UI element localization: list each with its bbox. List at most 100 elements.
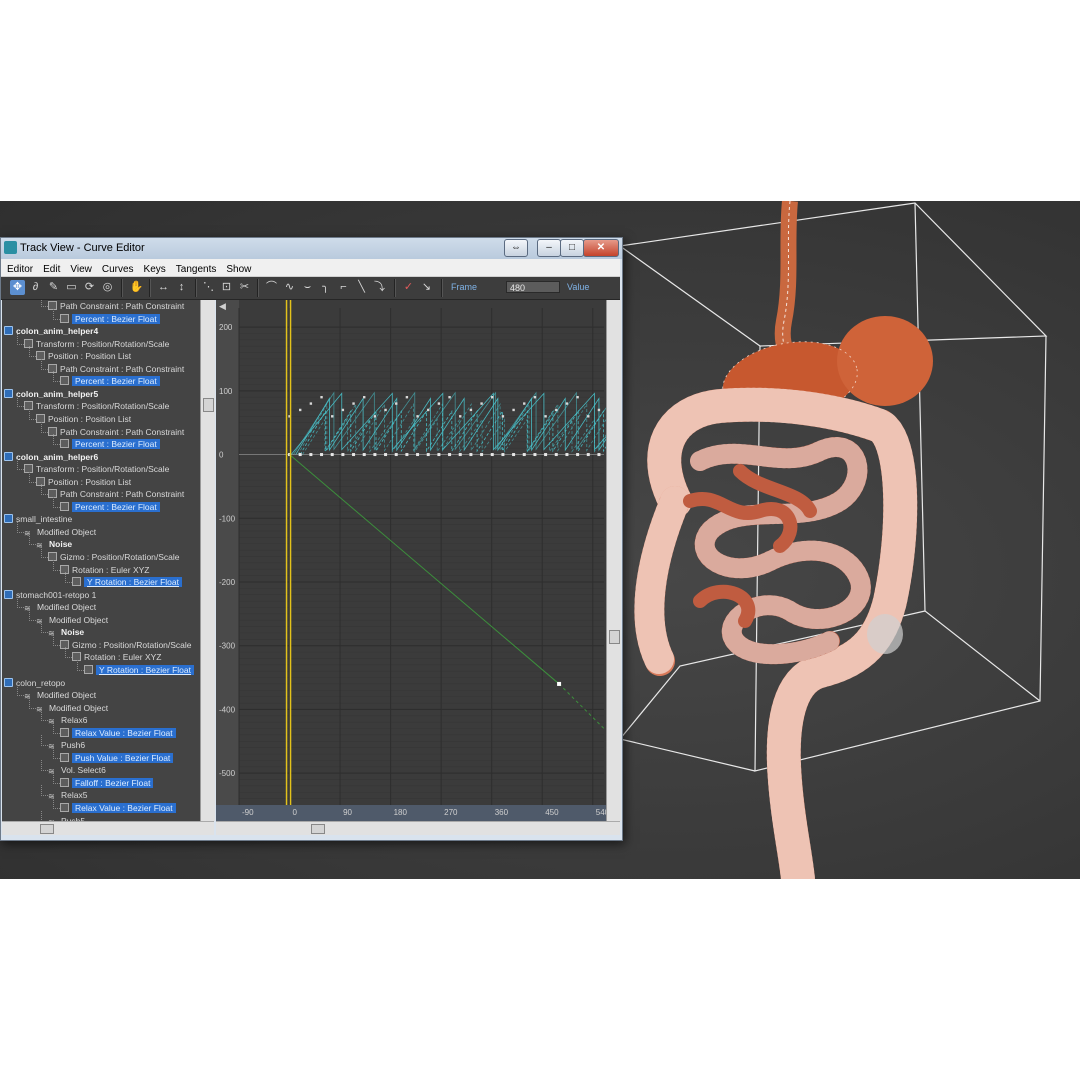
draw-curves-icon[interactable]: ∂ [28, 280, 43, 295]
key-marker [565, 453, 569, 457]
y-tick-label: 200 [219, 323, 233, 332]
tree-connector [41, 358, 48, 370]
tree-item-label: Relax Value : Bezier Float [72, 803, 176, 813]
x-tick-label: 270 [444, 808, 458, 817]
title-bar[interactable]: Track View - Curve Editor ⇔ – □ ✕ [1, 238, 622, 259]
region-icon[interactable]: ▭ [64, 280, 79, 295]
tangent-fast-icon[interactable]: ⌣ [300, 280, 315, 295]
key-marker [309, 453, 313, 457]
tree-item[interactable]: Push Value : Bezier Float [60, 752, 174, 764]
menu-show[interactable]: Show [220, 261, 255, 275]
tree-vertical-scrollbar[interactable] [200, 300, 215, 821]
menu-editor[interactable]: Editor [1, 261, 37, 275]
scroll-thumb[interactable] [311, 824, 325, 834]
tree-item[interactable]: Transform : Position/Rotation/Scale [24, 463, 169, 475]
tree-connector [77, 659, 84, 671]
tangent-custom-icon[interactable]: ∿ [282, 280, 297, 295]
window-title: Track View - Curve Editor [20, 242, 145, 254]
tree-connector [53, 371, 60, 383]
move-keys-icon[interactable]: ✥ [10, 280, 25, 295]
tree-horizontal-scrollbar[interactable] [2, 821, 214, 835]
tree-item[interactable]: Falloff : Bezier Float [60, 777, 154, 789]
tree-item[interactable]: Y Rotation : Bezier Float [72, 576, 182, 588]
frame-field[interactable]: 480 [506, 281, 560, 293]
menu-curves[interactable]: Curves [96, 261, 138, 275]
menu-edit[interactable]: Edit [37, 261, 64, 275]
tree-item[interactable]: Position : Position List [36, 476, 131, 488]
zoom-region-icon[interactable]: ⊡ [219, 280, 234, 295]
tree-item[interactable]: Y Rotation : Bezier Float [84, 664, 194, 676]
controller-tree[interactable]: Path Constraint : Path Constraint Percent… [2, 300, 200, 821]
pan-icon[interactable]: ✋ [129, 280, 144, 295]
key-marker [576, 453, 580, 457]
menu-view[interactable]: View [64, 261, 96, 275]
tree-item[interactable]: Percent : Bezier Float [60, 375, 160, 387]
key-select-icon[interactable]: ⋱ [201, 280, 216, 295]
menu-keys[interactable]: Keys [138, 261, 170, 275]
tangent-smooth-icon[interactable]: ⤵ [372, 280, 387, 295]
tree-item-label: Gizmo : Position/Rotation/Scale [72, 639, 192, 650]
close-button[interactable]: ✕ [583, 239, 619, 257]
scroll-thumb[interactable] [203, 398, 214, 412]
minimize-button[interactable]: – [537, 239, 561, 257]
tree-item[interactable]: small_intestine [4, 513, 72, 525]
tree-item[interactable]: Position : Position List [36, 350, 131, 362]
object-icon [4, 589, 13, 599]
tree-item-label: stomach001-retopo 1 [16, 589, 97, 600]
tree-item-label: Falloff : Bezier Float [72, 777, 154, 788]
tree-item[interactable]: Transform : Position/Rotation/Scale [24, 400, 169, 412]
controller-icon [60, 439, 69, 449]
track-view-window[interactable]: Track View - Curve Editor ⇔ – □ ✕ Editor… [0, 237, 623, 841]
controller-icon [84, 664, 93, 674]
tree-item[interactable]: Position : Position List [36, 413, 131, 425]
key-marker [557, 681, 562, 686]
tree-item[interactable]: Percent : Bezier Float [60, 438, 160, 450]
tree-item[interactable]: Path Constraint : Path Constraint [48, 363, 184, 375]
tangent-auto-icon[interactable]: ⌒ [264, 280, 279, 295]
tangent-step-icon[interactable]: ⌐ [336, 280, 351, 295]
tangent-linear-icon[interactable]: ╲ [354, 280, 369, 295]
tree-item[interactable]: Percent : Bezier Float [60, 313, 160, 325]
retime-icon[interactable]: ⟳ [82, 280, 97, 295]
frame-value-icon[interactable]: ↕ [174, 280, 189, 295]
scroll-thumb[interactable] [40, 824, 54, 834]
tree-item[interactable]: Path Constraint : Path Constraint [48, 488, 184, 500]
add-key-icon[interactable]: ✎ [46, 280, 61, 295]
snap-icon[interactable]: ◎ [100, 280, 115, 295]
tree-item[interactable]: Rotation : Euler XYZ [60, 564, 149, 576]
tree-item[interactable]: Transform : Position/Rotation/Scale [24, 338, 169, 350]
tree-item[interactable]: Gizmo : Position/Rotation/Scale [48, 551, 180, 563]
isolate-curve-icon[interactable]: ✂ [237, 280, 252, 295]
tree-item[interactable]: Relax Value : Bezier Float [60, 727, 176, 739]
tree-item[interactable]: Path Constraint : Path Constraint [48, 300, 184, 312]
graph-horizontal-scrollbar[interactable] [216, 821, 620, 835]
tree-item-label: colon_anim_helper6 [16, 451, 99, 462]
frame-horizontal-icon[interactable]: ↔ [156, 280, 171, 295]
scroll-thumb[interactable] [609, 630, 620, 644]
key-marker [395, 402, 398, 405]
curve-toolbar: ✥ ∂ ✎ ▭ ⟳ ◎ ✋ ↔ ↕ ⋱ ⊡ ✂ ⌒ ∿ ⌣ ╮ ⌐ ╲ ⤵ ✓ … [1, 277, 620, 300]
tree-item[interactable]: Relax Value : Bezier Float [60, 802, 176, 814]
x-tick-label: 180 [394, 808, 408, 817]
key-marker [533, 453, 537, 457]
tree-item[interactable]: colon_retopo [4, 677, 65, 689]
graph-vertical-scrollbar[interactable] [606, 300, 621, 821]
y-tick-label: 0 [219, 451, 224, 460]
key-marker [384, 453, 388, 457]
key-marker [501, 453, 505, 457]
tree-item[interactable]: Rotation : Euler XYZ [72, 651, 161, 663]
tree-connector [41, 735, 48, 747]
tree-item-label: Percent : Bezier Float [72, 376, 160, 387]
key-marker [501, 415, 505, 418]
curve-graph[interactable]: ◀ 200 100 0 -100 -200 -300 -400 -500 -90 0 90 180 270… [216, 300, 606, 821]
tangent-slow-icon[interactable]: ╮ [318, 280, 333, 295]
swap-button[interactable]: ⇔ [504, 239, 528, 257]
menu-tangents[interactable]: Tangents [170, 261, 221, 275]
key-marker [299, 408, 302, 412]
show-tangents-icon[interactable]: ↘ [419, 280, 434, 295]
tree-item[interactable]: Gizmo : Position/Rotation/Scale [60, 639, 192, 651]
lock-tangents-icon[interactable]: ✓ [401, 280, 416, 295]
tree-item[interactable]: Percent : Bezier Float [60, 501, 160, 513]
tree-item[interactable]: Path Constraint : Path Constraint [48, 426, 184, 438]
maximize-button[interactable]: □ [560, 239, 584, 257]
